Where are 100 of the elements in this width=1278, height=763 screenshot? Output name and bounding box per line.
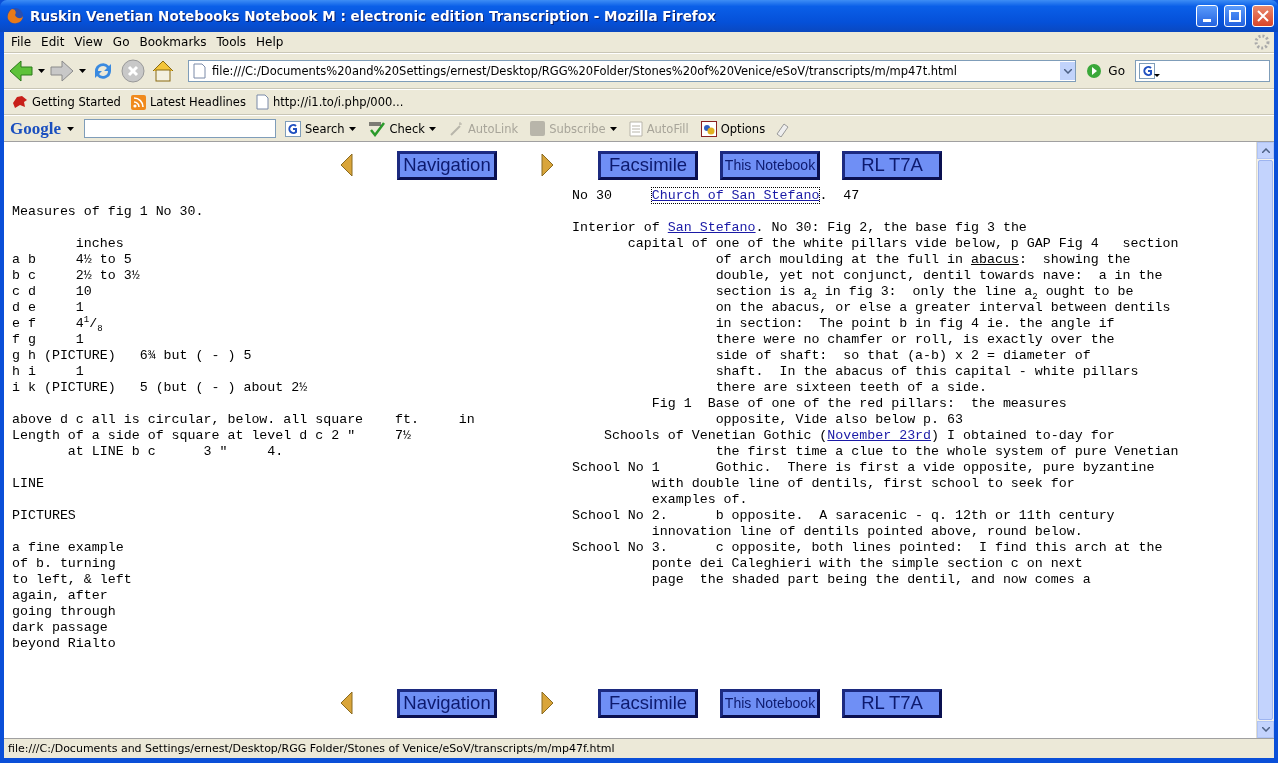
menu-item[interactable]: Edit: [38, 35, 72, 49]
text-line: in section: The point b in fig 4 ie. the angle if: [714, 316, 1116, 332]
nav-button[interactable]: Navigation: [397, 688, 497, 718]
bookmark-link[interactable]: Getting Started: [12, 95, 121, 109]
google-search-field[interactable]: [84, 119, 276, 138]
nav-button[interactable]: This Notebook: [720, 688, 820, 718]
text-line: ponte dei Caleghieri with the simple section c on next: [650, 556, 1084, 572]
close-button[interactable]: [1252, 5, 1274, 27]
text-line: examples of.: [650, 492, 749, 508]
text-line: at LINE b c 3 ″ 4.: [66, 444, 285, 460]
text-line: page the shaded part being the dentil, and now comes a: [650, 572, 1092, 588]
page-icon: [255, 94, 269, 110]
text-line: double, yet not conjunct, dentil towards nave: a in the: [714, 268, 1164, 284]
feed-icon: [130, 94, 146, 110]
maximize-button[interactable]: [1224, 5, 1246, 27]
page-icon: [193, 63, 206, 79]
toolbar-button[interactable]: Search: [282, 120, 359, 137]
nav-button[interactable]: Facsimile: [598, 688, 698, 718]
forward-button[interactable]: [49, 59, 75, 83]
menu-item[interactable]: Bookmarks: [136, 35, 214, 49]
text-line: again, after: [12, 588, 109, 604]
left-triangle-icon[interactable]: [340, 691, 353, 715]
text-line: Interior of San Stefano. No 30: Fig 2, the base fig 3 the: [572, 220, 1028, 236]
minimize-button[interactable]: [1196, 5, 1218, 27]
nav-button[interactable]: RL T7A: [842, 150, 942, 180]
home-button[interactable]: [150, 58, 176, 84]
text-link[interactable]: abacus: [971, 252, 1019, 267]
stop-button[interactable]: [120, 58, 146, 84]
menu-item[interactable]: Go: [109, 35, 137, 49]
back-button[interactable]: [8, 59, 34, 83]
scroll-up-icon[interactable]: [1261, 148, 1270, 153]
menu-item[interactable]: Tools: [213, 35, 254, 49]
text-line: there are sixteen teeth of a side.: [714, 380, 988, 396]
text-line: h i 1: [12, 364, 85, 380]
nav-button[interactable]: Facsimile: [598, 150, 698, 180]
text-line: innovation line of dentils pointed above, round below.: [650, 524, 1084, 540]
text-line: d e 1: [12, 300, 84, 316]
right-triangle-icon[interactable]: [541, 153, 554, 177]
text-line: g h (PICTURE) 6¾ but ( - ) 5: [12, 348, 253, 364]
text-line: to left, & left: [12, 572, 133, 588]
menu-item[interactable]: File: [8, 35, 39, 49]
text-line: of arch moulding at the full in abacus: showing the: [714, 252, 1132, 268]
caret-icon: [79, 69, 86, 73]
dog-head-icon: [12, 95, 28, 109]
search-field[interactable]: [1135, 60, 1270, 82]
browser-logo-icon: [6, 7, 24, 25]
bookmark-link[interactable]: http://i1.to/i.php/000...: [255, 94, 404, 110]
text-line: going through: [12, 604, 117, 620]
close-icon: [1257, 10, 1269, 22]
play-icon: [1086, 63, 1103, 79]
nav-button[interactable]: This Notebook: [720, 150, 820, 180]
menu-item[interactable]: Help: [253, 35, 291, 49]
toolbar-button[interactable]: Check: [364, 120, 439, 137]
text-line: School No 2. b opposite. A saracenic - q. 12th or 11th century: [572, 508, 1116, 524]
text-line: above d c all is circular, below. all square ft. in: [12, 412, 476, 428]
text-line: School No 3. c opposite, both lines pointed: I find this arch at the: [572, 540, 1164, 556]
address-field[interactable]: file:///C:/Documents%20and%20Settings/ernest/Desktop/RGG%20Folder/Stones%20of%20Venice/eSoV/transcripts/m/mp47t.html: [188, 60, 1077, 82]
menu-item[interactable]: View: [71, 35, 110, 49]
caret-icon: [38, 69, 45, 73]
nav-button[interactable]: Navigation: [397, 150, 497, 180]
text-link[interactable]: November 23rd: [827, 428, 932, 443]
left-triangle-icon[interactable]: [340, 153, 353, 177]
text-line: Length of a side of square at level d c 2 ″ 7½: [12, 428, 412, 444]
right-triangle-icon[interactable]: [541, 691, 554, 715]
scroll-down-icon[interactable]: [1261, 727, 1270, 732]
text-link[interactable]: San Stefano: [667, 220, 756, 235]
google-g-icon[interactable]: [1139, 63, 1161, 79]
text-line: b c 2½ to 3½: [12, 268, 141, 284]
text-line: opposite, Vide also below p. 63: [714, 412, 964, 428]
text-line: inches: [74, 236, 125, 252]
caret-icon: [428, 126, 436, 131]
toolbar-button[interactable]: Options: [697, 120, 769, 137]
text-line: the first time a clue to the whole system of pure Venetian: [714, 444, 1180, 460]
text-line: with double line of dentils, first school to seek for: [650, 476, 1076, 492]
window-title: Ruskin Venetian Notebooks Notebook M : electronic edition Transcription - Mozilla Firefox: [30, 8, 717, 24]
text-line: shaft. In the abacus of this capital - white pillars: [714, 364, 1140, 380]
maximize-icon: [1229, 10, 1241, 22]
google-logo: Google: [10, 118, 61, 139]
throbber-icon: [1254, 34, 1270, 50]
text-line: side of shaft: so that (a-b) x 2 = diameter of: [714, 348, 1092, 364]
text-line: School No 1 Gothic. There is first a vide opposite, pure byzantine: [572, 460, 1156, 476]
text-line: No 30 Church of San Stefano. 47: [572, 188, 861, 204]
options-icon: [700, 120, 717, 137]
minimize-icon: [1203, 18, 1211, 22]
go-button[interactable]: Go: [1080, 63, 1131, 79]
text-line: Measures of fig 1 No 30.: [12, 204, 205, 220]
caret-icon: [67, 126, 74, 131]
scrollbar[interactable]: [1256, 142, 1274, 738]
text-link[interactable]: Church of San Stefano: [651, 188, 820, 203]
caret-icon: [609, 126, 617, 131]
bookmark-link[interactable]: Latest Headlines: [130, 94, 246, 110]
text-line: section is a$_{2}$ in fig 3: only the line a$_{2}$ ought to be: [714, 284, 1135, 300]
text-line: Schools of Venetian Gothic (November 23rd) I obtained to-day for: [602, 428, 1116, 444]
text-line: there were no chamfer or roll, is exactly over the: [714, 332, 1116, 348]
text-line: of b. turning: [12, 556, 117, 572]
text-line: a b 4½ to 5: [12, 252, 133, 268]
status-text: file:///C:/Documents and Settings/ernest/Desktop/RGG Folder/Stones of Venice/eSoV/transcripts/m/mp47f.html: [8, 742, 615, 755]
nav-button[interactable]: RL T7A: [842, 688, 942, 718]
text-line: c d 10: [12, 284, 93, 300]
text-line: e f 4$^{1}$/$_{8}$: [12, 316, 104, 332]
